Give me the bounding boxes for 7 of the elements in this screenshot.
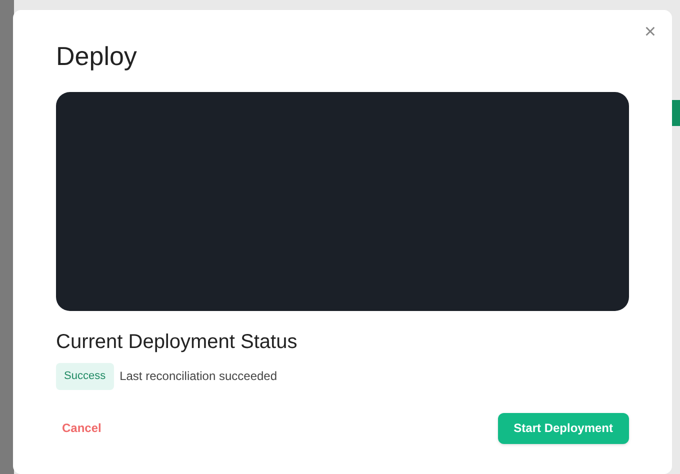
- close-button[interactable]: ×: [644, 22, 656, 42]
- status-message: Last reconciliation succeeded: [120, 368, 278, 386]
- start-deployment-button[interactable]: Start Deployment: [498, 412, 629, 444]
- status-badge: Success: [56, 363, 114, 390]
- dialog-title: Deploy: [56, 40, 138, 72]
- status-heading: Current Deployment Status: [56, 330, 298, 355]
- cancel-button[interactable]: Cancel: [56, 413, 108, 443]
